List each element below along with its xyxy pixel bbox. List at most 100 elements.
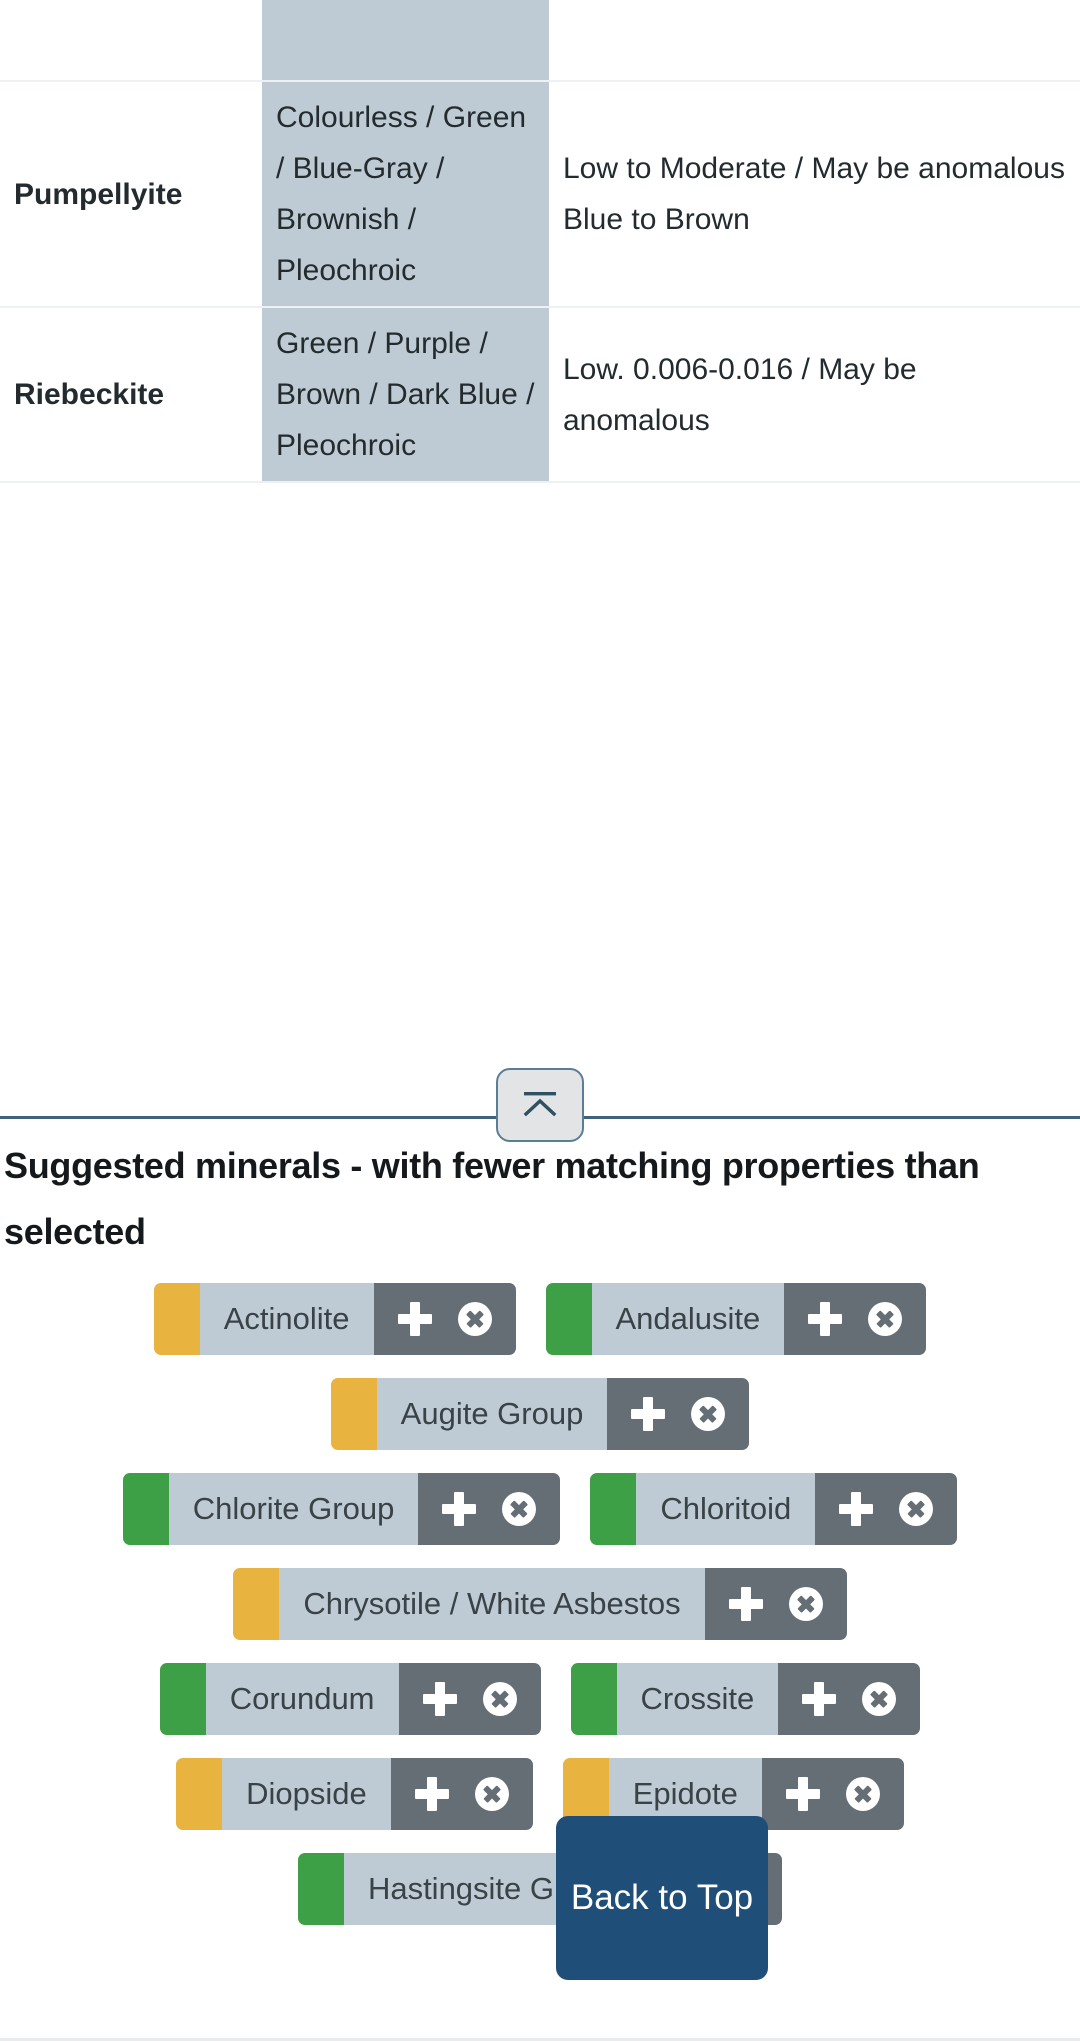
mineral-chip-actions [784,1283,927,1355]
mineral-chip-actions [418,1473,561,1545]
plus-icon [397,1302,432,1336]
close-circle-icon [482,1682,517,1716]
cell-birefringence: Low. 0.006-0.016 / May be anomalous [549,307,1080,483]
mineral-chip[interactable]: Corundum [159,1663,541,1735]
plus-icon [808,1302,843,1336]
add-mineral-button[interactable] [808,1302,843,1336]
cell-birefringence: to Low 2nd order [549,0,1080,82]
match-flag-icon [545,1283,592,1355]
remove-mineral-button[interactable] [788,1587,823,1621]
add-mineral-button[interactable] [397,1302,432,1336]
remove-mineral-button[interactable] [868,1302,903,1336]
plus-icon [839,1492,874,1526]
mineral-chip[interactable]: Andalusite [545,1283,927,1355]
match-flag-icon [590,1473,637,1545]
chip-row: Chlorite Group Chloritoid [0,1473,1080,1545]
mineral-chip-label: Actinolite [199,1283,374,1355]
add-mineral-button[interactable] [442,1492,477,1526]
remove-mineral-button[interactable] [691,1397,726,1431]
remove-mineral-button[interactable] [457,1302,492,1336]
mineral-chip-actions [390,1758,533,1830]
plus-icon [414,1777,449,1811]
add-mineral-button[interactable] [631,1397,666,1431]
match-flag-icon [122,1473,169,1545]
plus-icon [785,1777,820,1811]
mineral-chip-label: Chloritoid [636,1473,816,1545]
remove-mineral-button[interactable] [845,1777,880,1811]
match-flag-icon [176,1758,223,1830]
cell-birefringence: Low to Moderate / May be anomalous Blue … [549,81,1080,308]
close-circle-icon [788,1587,823,1621]
close-circle-icon [862,1682,897,1716]
add-mineral-button[interactable] [422,1682,457,1716]
close-circle-icon [457,1302,492,1336]
close-circle-icon [845,1777,880,1811]
section-heading: Suggested minerals - with fewer matching… [4,1145,980,1252]
mineral-chip[interactable]: Diopside [176,1758,533,1830]
table-row[interactable]: Pleochroic to Low 2nd order [0,0,1080,82]
chip-row: Actinolite Andalusite [0,1283,1080,1355]
cell-colour: Green / Purple / Brown / Dark Blue / Ple… [262,307,549,483]
mineral-chip[interactable]: Actinolite [153,1283,516,1355]
page-bottom-rule [0,2038,1080,2041]
close-circle-icon [502,1492,537,1526]
match-flag-icon [153,1283,200,1355]
mineral-chip-actions [815,1473,958,1545]
cell-colour: Colourless / Green / Blue-Gray / Brownis… [262,81,549,308]
mineral-chip-label: Augite Group [376,1378,608,1450]
mineral-chip-actions [778,1663,921,1735]
chip-row: Augite Group [0,1378,1080,1450]
match-flag-icon [570,1663,617,1735]
mineral-chip-label: Chlorite Group [168,1473,419,1545]
mineral-chip-actions [704,1568,847,1640]
back-to-top-button[interactable]: Back to Top [556,1816,768,1980]
cell-mineral-name: Riebeckite [0,307,262,483]
match-flag-icon [233,1568,280,1640]
suggested-minerals-list: Actinolite Andalusite Augite Group Chlor… [0,1283,1080,1948]
close-circle-icon [868,1302,903,1336]
add-mineral-button[interactable] [728,1587,763,1621]
cell-mineral-name: Pumpellyite [0,81,262,308]
mineral-chip-label: Diopside [222,1758,391,1830]
cell-mineral-name [0,0,262,82]
plus-icon [728,1587,763,1621]
plus-icon [631,1397,666,1431]
match-flag-icon [159,1663,206,1735]
plus-icon [442,1492,477,1526]
chip-row: Chrysotile / White Asbestos [0,1568,1080,1640]
mineral-chip-actions [761,1758,904,1830]
add-mineral-button[interactable] [802,1682,837,1716]
back-to-top-label: Back to Top [570,1878,754,1917]
mineral-chip-actions [607,1378,750,1450]
mineral-chip-label: Corundum [205,1663,399,1735]
mineral-results-table: Pleochroic to Low 2nd order Pumpellyite … [0,0,1080,483]
table-row[interactable]: Riebeckite Green / Purple / Brown / Dark… [0,307,1080,483]
remove-mineral-button[interactable] [474,1777,509,1811]
cell-colour: Pleochroic [262,0,549,82]
match-flag-icon [330,1378,377,1450]
table-body: Pleochroic to Low 2nd order Pumpellyite … [0,0,1080,483]
mineral-chip[interactable]: Chrysotile / White Asbestos [233,1568,847,1640]
chip-row: Corundum Crossite [0,1663,1080,1735]
mineral-chip[interactable]: Chloritoid [590,1473,958,1545]
plus-icon [802,1682,837,1716]
chip-row: Diopside Epidote [0,1758,1080,1830]
match-flag-icon [297,1853,344,1925]
add-mineral-button[interactable] [414,1777,449,1811]
table-row[interactable]: Pumpellyite Colourless / Green / Blue-Gr… [0,81,1080,308]
mineral-chip[interactable]: Augite Group [330,1378,750,1450]
mineral-chip[interactable]: Crossite [570,1663,921,1735]
mineral-chip-label: Crossite [616,1663,779,1735]
page-root: Pleochroic to Low 2nd order Pumpellyite … [0,0,1080,2043]
plus-icon [422,1682,457,1716]
chip-row: Hastingsite Group [0,1853,1080,1925]
remove-mineral-button[interactable] [899,1492,934,1526]
add-mineral-button[interactable] [839,1492,874,1526]
mineral-chip[interactable]: Chlorite Group [122,1473,561,1545]
remove-mineral-button[interactable] [502,1492,537,1526]
remove-mineral-button[interactable] [482,1682,517,1716]
mineral-chip-label: Andalusite [591,1283,785,1355]
remove-mineral-button[interactable] [862,1682,897,1716]
collapse-section-button[interactable] [496,1068,584,1142]
add-mineral-button[interactable] [785,1777,820,1811]
